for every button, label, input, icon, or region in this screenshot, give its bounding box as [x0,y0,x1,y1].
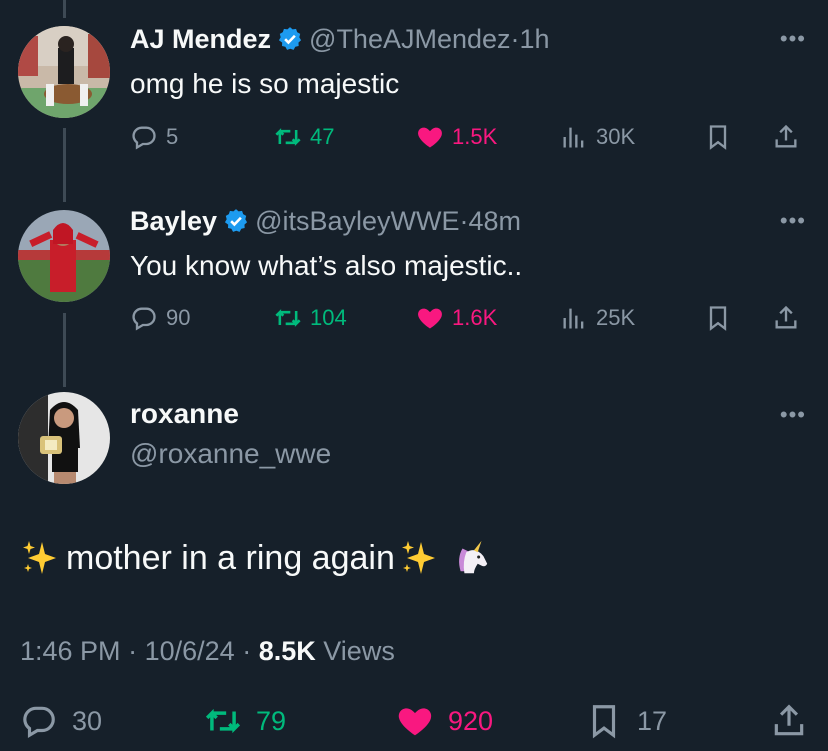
analytics-icon [563,127,584,148]
retweet-button[interactable]: 104 [274,304,347,332]
retweet-icon [275,309,301,327]
user-handle[interactable]: @TheAJMendez [309,24,511,54]
tweet-text-row: mother in a ring again [20,538,491,578]
views-button[interactable]: 30K [560,123,635,151]
sparkles-emoji [23,541,56,574]
bookmark-button[interactable]: 17 [585,702,667,740]
avatar-roxanne[interactable] [18,392,110,484]
tweet-header: AJ Mendez @TheAJMendez·1h [130,24,550,55]
like-count: 1.6K [452,305,498,330]
retweet-button[interactable]: 47 [274,123,334,151]
tweet-time[interactable]: 48m [469,206,522,236]
separator-dot: · [459,206,469,236]
tweet-actions: 90 104 1.6K 25K [130,304,808,336]
views-count: 8.5K [258,636,316,666]
bookmark-button[interactable] [704,304,740,332]
heart-icon [418,308,442,329]
like-button[interactable]: 1.6K [416,304,497,332]
reply-icon [132,307,156,331]
share-icon [774,704,804,736]
avatar-ajmendez[interactable] [18,26,110,118]
display-name[interactable]: AJ Mendez [130,24,271,54]
share-icon [775,305,797,329]
reply-icon [23,706,55,739]
retweet-button[interactable]: 79 [204,702,286,740]
bookmark-icon [709,125,727,150]
tweet-actions: 5 47 1.5K 30K [130,123,808,155]
tweet-time[interactable]: 1h [520,24,550,54]
separator-dot: · [510,24,520,54]
separator-dot: · [128,636,138,666]
reply-button[interactable]: 90 [130,304,190,332]
tweet-text: You know what’s also majestic.. [130,250,523,281]
thread-line [63,128,66,202]
tweet-date[interactable]: 10/6/24 [145,636,235,666]
like-count: 1.5K [452,124,498,149]
views-button[interactable]: 25K [560,304,635,332]
tweet-header: Bayley @itsBayleyWWE·48m [130,206,521,237]
tweet-meta: 1:46 PM · 10/6/24 · 8.5K Views [20,636,395,667]
views-count: 25K [596,305,636,330]
like-button[interactable]: 920 [396,702,493,740]
like-button[interactable]: 1.5K [416,123,497,151]
verified-badge-icon [277,26,303,52]
display-name[interactable]: roxanne [130,398,239,430]
avatar-bayley[interactable] [18,210,110,302]
reply-button[interactable]: 5 [130,123,178,151]
thread-line [63,313,66,387]
retweet-icon [205,708,241,734]
bookmark-icon [592,705,616,739]
display-name[interactable]: Bayley [130,206,217,236]
retweet-count: 104 [310,305,347,330]
retweet-count: 79 [256,705,287,736]
unicorn-emoji [458,540,488,574]
bookmark-button[interactable] [704,123,740,151]
main-tweet-actions: 30 79 920 17 [20,702,808,742]
share-button[interactable] [770,702,822,740]
retweet-icon [275,128,301,146]
more-dots-icon[interactable]: ••• [780,402,806,428]
share-button[interactable] [772,123,808,151]
views-label: Views [323,636,395,666]
bookmark-count: 17 [637,705,668,736]
user-handle[interactable]: @roxanne_wwe [130,438,331,470]
sparkles-emoji [401,541,435,574]
more-dots-icon[interactable]: ••• [780,208,806,234]
share-icon [775,124,797,148]
tweet-text: omg he is so majestic [130,68,400,99]
separator-dot: · [242,636,252,666]
reply-count: 90 [166,305,191,330]
tweet-time[interactable]: 1:46 PM [20,636,121,666]
heart-icon [418,127,442,148]
heart-icon [398,708,432,736]
bookmark-icon [709,306,727,331]
tweet-text: mother in a ring again [66,538,395,577]
analytics-icon [563,308,584,329]
user-handle[interactable]: @itsBayleyWWE [255,206,459,236]
reply-count: 5 [166,124,179,149]
like-count: 920 [448,705,494,736]
share-button[interactable] [772,304,808,332]
verified-badge-icon [223,208,249,234]
reply-icon [132,126,156,150]
reply-button[interactable]: 30 [20,702,102,740]
views-count: 30K [596,124,636,149]
retweet-count: 47 [310,124,335,149]
more-dots-icon[interactable]: ••• [780,26,806,52]
reply-count: 30 [72,705,103,736]
thread-line [63,0,66,18]
